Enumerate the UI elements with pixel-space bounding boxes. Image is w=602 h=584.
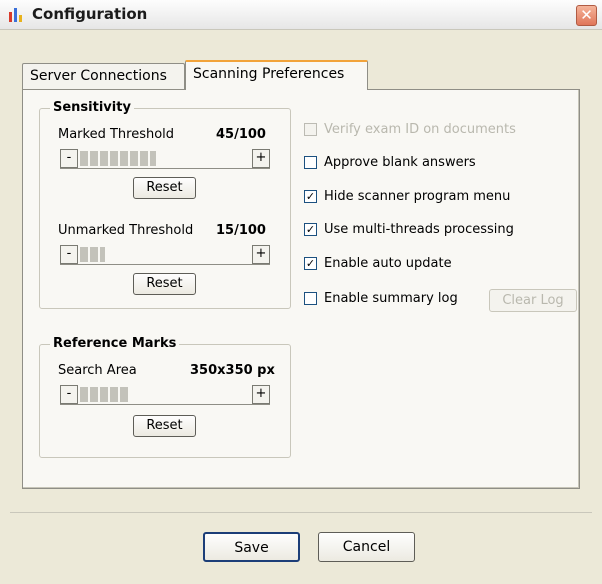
sensitivity-group: Sensitivity Marked Threshold 45/100 - + …: [39, 100, 291, 309]
reference-marks-title: Reference Marks: [50, 336, 180, 351]
sensitivity-title: Sensitivity: [50, 100, 134, 115]
checkbox-box[interactable]: ✓: [304, 223, 317, 236]
search-area-fill: [80, 387, 130, 402]
clear-log-button[interactable]: Clear Log: [489, 289, 577, 312]
search-area-increase-button[interactable]: +: [252, 385, 270, 404]
checkbox-label: Verify exam ID on documents: [324, 122, 516, 137]
marked-reset-button[interactable]: Reset: [133, 177, 196, 199]
checkbox-box[interactable]: [304, 123, 317, 136]
window-title: Configuration: [32, 5, 148, 23]
marked-threshold-slider[interactable]: - +: [60, 149, 270, 169]
checkbox-box[interactable]: ✓: [304, 190, 317, 203]
checkbox-label: Enable summary log: [324, 291, 458, 306]
checkbox-label: Approve blank answers: [324, 155, 476, 170]
unmarked-threshold-slider[interactable]: - +: [60, 245, 270, 265]
tab-server-connections[interactable]: Server Connections: [22, 63, 185, 89]
search-area-label: Search Area: [58, 363, 137, 378]
configuration-window: Configuration ✕ Server Connections Scann…: [0, 0, 602, 584]
cancel-button[interactable]: Cancel: [318, 532, 415, 562]
checkbox-label: Hide scanner program menu: [324, 189, 511, 204]
app-chart-icon: [8, 7, 24, 23]
unmarked-threshold-label: Unmarked Threshold: [58, 223, 194, 238]
search-area-value: 350x350 px: [190, 363, 275, 378]
search-area-reset-button[interactable]: Reset: [133, 415, 196, 437]
marked-threshold-value: 45/100: [216, 127, 266, 142]
checkbox-box[interactable]: ✓: [304, 257, 317, 270]
close-button[interactable]: ✕: [576, 5, 597, 26]
divider: [10, 512, 592, 513]
checkbox-box[interactable]: [304, 292, 317, 305]
fill-area: [80, 151, 248, 166]
title-bar[interactable]: Configuration ✕: [0, 0, 602, 30]
marked-increase-button[interactable]: +: [252, 149, 270, 168]
unmarked-threshold-value: 15/100: [216, 223, 266, 238]
checkbox-label: Enable auto update: [324, 256, 452, 271]
unmarked-decrease-button[interactable]: -: [60, 245, 78, 264]
marked-threshold-label: Marked Threshold: [58, 127, 175, 142]
unmarked-reset-button[interactable]: Reset: [133, 273, 196, 295]
save-button[interactable]: Save: [203, 532, 300, 562]
unmarked-increase-button[interactable]: +: [252, 245, 270, 264]
search-area-slider[interactable]: - +: [60, 385, 270, 405]
scanning-preferences-panel: Sensitivity Marked Threshold 45/100 - + …: [22, 89, 580, 489]
tab-scanning-preferences[interactable]: Scanning Preferences: [185, 60, 368, 90]
unmarked-threshold-fill: [80, 247, 105, 262]
reference-marks-group: Reference Marks Search Area 350x350 px -…: [39, 336, 291, 458]
search-area-decrease-button[interactable]: -: [60, 385, 78, 404]
marked-decrease-button[interactable]: -: [60, 149, 78, 168]
marked-threshold-fill: [80, 151, 156, 166]
checkbox-label: Use multi-threads processing: [324, 222, 514, 237]
fill-area: [80, 387, 248, 402]
fill-area: [80, 247, 248, 262]
checkbox-box[interactable]: [304, 156, 317, 169]
